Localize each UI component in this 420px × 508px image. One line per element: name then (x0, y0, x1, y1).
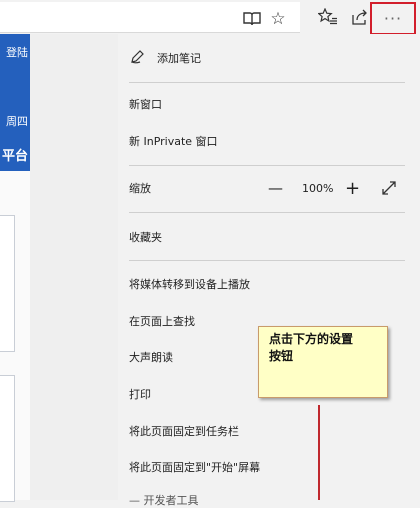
menu-item-print[interactable]: 打印 (129, 382, 151, 406)
menu-divider (129, 82, 405, 83)
menu-divider (129, 165, 405, 166)
content-card (0, 215, 15, 352)
menu-item-label: 新 InPrivate 窗口 (129, 135, 218, 148)
menu-divider (129, 212, 405, 213)
zoom-in-button[interactable]: + (345, 176, 360, 200)
menu-item-pin-to-start[interactable]: 将此页面固定到"开始"屏幕 (129, 455, 260, 479)
pen-icon (129, 49, 149, 68)
address-bar[interactable]: ☆ (0, 2, 300, 33)
menu-item-label: 打印 (129, 388, 151, 401)
zoom-out-button[interactable]: — (268, 176, 283, 200)
platform-text: 平台 (1, 149, 28, 164)
reading-view-icon[interactable] (240, 7, 264, 31)
content-card (0, 375, 15, 502)
zoom-level: 100% (302, 181, 334, 195)
menu-item-label: 将此页面固定到任务栏 (129, 425, 239, 438)
add-favorite-icon[interactable]: ☆ (266, 7, 290, 31)
menu-item-label: 大声朗读 (129, 351, 173, 364)
platform-banner: 平台 (0, 140, 30, 168)
menu-item-label: 添加笔记 (157, 52, 201, 65)
login-link[interactable]: 登陆 (6, 44, 28, 60)
menu-divider (129, 260, 405, 261)
menu-item-new-window[interactable]: 新窗口 (129, 92, 162, 116)
menu-item-cast-media[interactable]: 将媒体转移到设备上播放 (129, 272, 250, 296)
menu-item-pin-to-taskbar[interactable]: 将此页面固定到任务栏 (129, 419, 239, 443)
callout-text-line2: 按钮 (269, 349, 294, 363)
menu-item-developer-tools-partial[interactable]: — 开发者工具 (129, 492, 199, 508)
more-actions-button[interactable]: ··· (370, 2, 416, 35)
menu-item-label: 将媒体转移到设备上播放 (129, 278, 250, 291)
menu-item-favorites[interactable]: 收藏夹 (129, 225, 162, 249)
menu-item-label: 在页面上查找 (129, 315, 195, 328)
page-background (30, 34, 118, 500)
menu-item-new-inprivate-window[interactable]: 新 InPrivate 窗口 (129, 129, 218, 153)
menu-item-zoom: 缩放 (129, 176, 151, 200)
menu-item-label: 将此页面固定到"开始"屏幕 (129, 461, 261, 474)
weekday-text: 周四 (6, 115, 28, 128)
menu-item-label: 缩放 (129, 182, 151, 195)
menu-item-find-on-page[interactable]: 在页面上查找 (129, 309, 195, 333)
more-actions-menu: 添加笔记 新窗口 新 InPrivate 窗口 缩放 — 100% + 收藏夹 … (118, 34, 420, 500)
menu-item-add-notes[interactable]: 添加笔记 (129, 46, 201, 70)
menu-item-read-aloud[interactable]: 大声朗读 (129, 345, 173, 369)
callout-text-line1: 点击下方的设置 (269, 332, 354, 346)
favorites-list-icon[interactable] (316, 5, 340, 29)
fullscreen-icon[interactable] (381, 176, 397, 200)
browser-toolbar: ☆ ··· (0, 0, 420, 35)
callout-arrow-line (318, 405, 320, 500)
menu-item-label: 收藏夹 (129, 231, 162, 244)
share-icon[interactable] (348, 5, 372, 29)
instruction-callout: 点击下方的设置 按钮 (258, 326, 388, 398)
menu-item-label: 新窗口 (129, 98, 162, 111)
